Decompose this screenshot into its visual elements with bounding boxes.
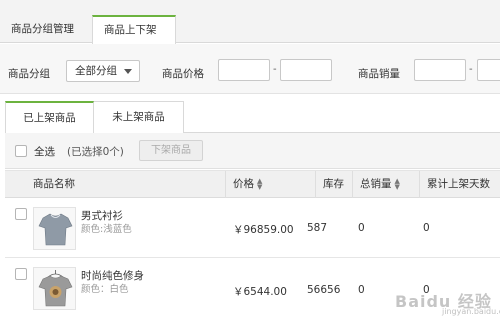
column-header-days[interactable]: 累计上架天数 — [419, 171, 500, 198]
group-select-value: 全部分组 — [75, 65, 117, 77]
sales-range-separator: - — [469, 64, 473, 75]
caret-down-icon — [124, 69, 132, 74]
column-header-stock: 库存 — [315, 171, 352, 198]
sales-max-input[interactable] — [477, 59, 500, 81]
product-stock: 587 — [307, 222, 328, 234]
tab-listed-products[interactable]: 已上架商品 — [5, 101, 94, 134]
group-select[interactable]: 全部分组 — [66, 60, 140, 82]
product-color: 颜色:浅蓝色 — [81, 224, 132, 235]
product-stock: 56656 — [307, 284, 341, 296]
listing-status-tabs: 已上架商品 未上架商品 — [5, 101, 500, 134]
product-thumbnail[interactable] — [33, 207, 76, 250]
group-filter-label: 商品分组 — [8, 68, 50, 80]
tab-listing[interactable]: 商品上下架 — [92, 15, 176, 44]
price-min-input[interactable] — [218, 59, 270, 81]
tab-unlisted-products[interactable]: 未上架商品 — [94, 101, 184, 133]
select-all-checkbox[interactable] — [15, 145, 27, 157]
column-header-sales[interactable]: 总销量 ▲ ▼ — [352, 171, 419, 198]
price-range-separator: - — [273, 64, 277, 75]
product-color: 颜色：白色 — [81, 284, 129, 295]
select-all-label[interactable]: 全选 — [34, 144, 55, 159]
price-max-input[interactable] — [280, 59, 332, 81]
table-row: 男式衬衫 颜色:浅蓝色 ￥96859.00 587 0 0 — [5, 198, 500, 258]
bulk-action-bar: 全选 (已选择0个) 下架商品 — [5, 133, 500, 169]
sort-icon: ▲ ▼ — [394, 177, 400, 191]
product-price: ￥6544.00 — [233, 286, 287, 298]
tab-group-management[interactable]: 商品分组管理 — [0, 15, 85, 44]
row-checkbox[interactable] — [15, 208, 27, 220]
product-thumbnail[interactable] — [33, 267, 76, 310]
sort-icon: ▲ ▼ — [257, 177, 263, 191]
product-days-listed: 0 — [423, 222, 430, 234]
filter-bar: 商品分组 全部分组 商品价格 - 商品销量 - — [0, 44, 500, 94]
tshirt-icon — [38, 270, 73, 307]
column-header-price[interactable]: 价格 ▲ ▼ — [225, 171, 315, 198]
sales-min-input[interactable] — [414, 59, 466, 81]
product-sales: 0 — [358, 222, 365, 234]
top-tab-bar: 商品分组管理 商品上下架 — [0, 0, 500, 44]
tshirt-icon — [38, 213, 73, 246]
product-sales: 0 — [358, 284, 365, 296]
sales-filter-label: 商品销量 — [358, 68, 400, 80]
row-checkbox[interactable] — [15, 268, 27, 280]
product-price: ￥96859.00 — [233, 224, 294, 236]
price-filter-label: 商品价格 — [162, 68, 204, 80]
selected-count: (已选择0个) — [67, 146, 124, 158]
watermark-url: jingyan.baidu.com — [442, 307, 500, 316]
table-header: 商品名称 价格 ▲ ▼ 库存 总销量 ▲ ▼ 累计上架天数 — [5, 170, 500, 198]
unlist-button[interactable]: 下架商品 — [139, 140, 203, 161]
column-header-name: 商品名称 — [33, 178, 75, 190]
